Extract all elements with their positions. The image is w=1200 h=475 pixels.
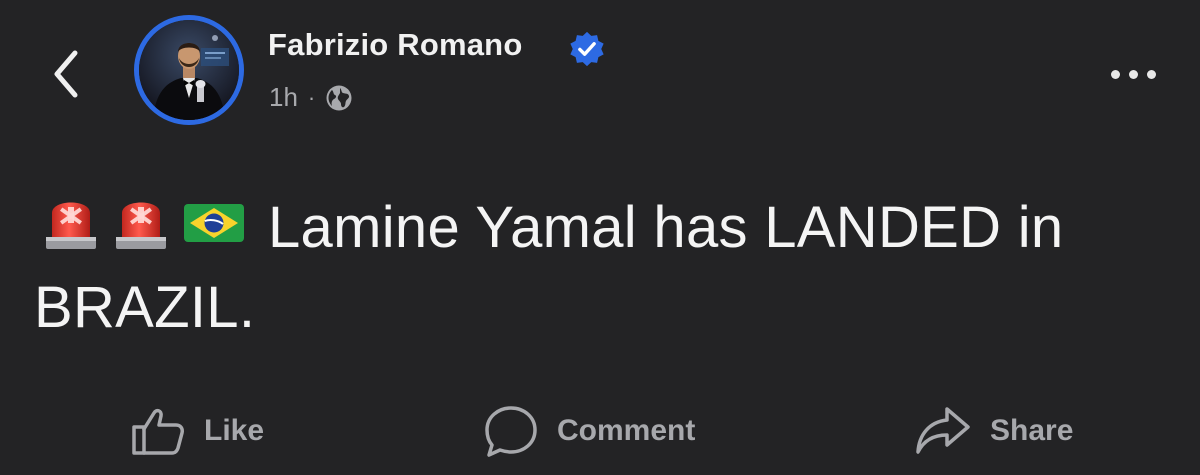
author-name[interactable]: Fabrizio Romano	[268, 27, 522, 63]
like-label: Like	[204, 414, 265, 447]
globe-icon[interactable]	[325, 84, 353, 112]
more-horizontal-icon	[1110, 69, 1120, 79]
action-bar: Like Comment Share	[0, 398, 1200, 464]
post-time[interactable]: 1h	[269, 82, 298, 113]
like-button[interactable]: Like	[130, 398, 264, 464]
thumbs-up-icon	[132, 408, 184, 455]
police-light-emoji	[116, 202, 166, 249]
share-arrow-icon	[916, 407, 970, 454]
avatar[interactable]	[134, 15, 244, 125]
comment-bubble-icon	[485, 406, 537, 457]
verified-badge-icon	[570, 31, 604, 67]
post-body: Lamine Yamal has LANDED in BRAZIL.	[34, 188, 1164, 348]
back-button[interactable]	[44, 48, 88, 100]
brazil-flag-emoji	[184, 204, 244, 242]
meta-separator: ·	[307, 84, 316, 110]
police-light-emoji	[46, 202, 96, 249]
avatar-photo	[139, 20, 239, 120]
comment-label: Comment	[557, 414, 696, 447]
more-options-button[interactable]	[1100, 60, 1166, 88]
more-dot	[1128, 69, 1138, 79]
more-dot	[1146, 69, 1156, 79]
post-meta: 1h ·	[269, 82, 353, 113]
chevron-left-icon	[54, 50, 78, 98]
share-label: Share	[990, 414, 1074, 447]
share-button[interactable]: Share	[914, 398, 1073, 464]
comment-button[interactable]: Comment	[483, 398, 695, 464]
emoji-group	[42, 191, 246, 253]
